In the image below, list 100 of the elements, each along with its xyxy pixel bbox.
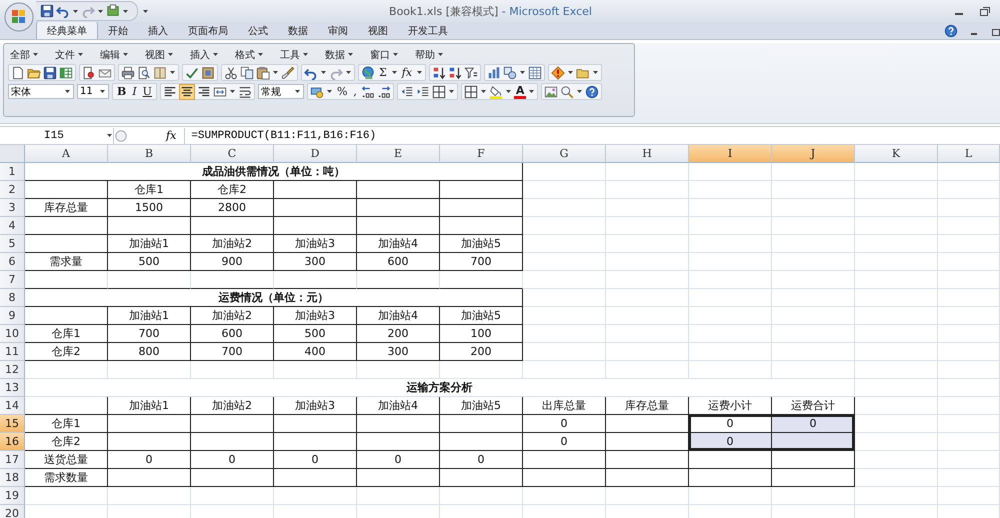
picture-icon[interactable] (544, 84, 558, 98)
caret-icon[interactable] (519, 69, 526, 76)
row-header[interactable]: 15 (0, 415, 25, 433)
ribbon-tab[interactable]: 数据 (278, 22, 318, 39)
caret-icon[interactable] (320, 69, 327, 76)
align-center-icon[interactable] (180, 84, 194, 98)
magnifier-page-icon[interactable] (137, 66, 151, 80)
column-header[interactable]: F (440, 145, 523, 163)
bar-chart-icon[interactable] (487, 66, 502, 80)
caret-icon[interactable] (106, 132, 113, 139)
caret-icon[interactable] (390, 69, 398, 76)
column-header[interactable]: J (772, 145, 855, 163)
caret-icon[interactable] (347, 51, 354, 58)
restore-icon[interactable] (978, 4, 992, 18)
row-header[interactable]: 13 (0, 379, 25, 397)
caret-icon[interactable] (302, 51, 309, 58)
function-button[interactable]: fx (400, 66, 414, 79)
caret-icon[interactable] (32, 51, 39, 58)
caret-icon[interactable] (416, 69, 424, 76)
help-icon[interactable] (944, 24, 958, 38)
document-icon[interactable] (11, 66, 25, 80)
column-header[interactable]: I (689, 145, 772, 163)
caret-icon[interactable] (122, 8, 129, 14)
name-box[interactable]: I15 (0, 128, 114, 144)
sum-button[interactable]: Σ (377, 66, 389, 79)
percent-button[interactable]: % (334, 85, 350, 98)
font-size-select[interactable]: 11 (77, 84, 109, 99)
increase-indent-icon[interactable] (416, 84, 430, 98)
caret-icon[interactable] (122, 51, 129, 58)
caret-icon[interactable] (257, 51, 264, 58)
insert-function-button[interactable]: fx (166, 129, 176, 142)
caret-icon[interactable] (142, 8, 149, 14)
caret-icon[interactable] (504, 88, 512, 95)
comma-button[interactable]: , (351, 85, 359, 98)
row-header[interactable]: 14 (0, 397, 25, 415)
merge-cells-icon[interactable] (212, 84, 227, 98)
row-header[interactable]: 8 (0, 289, 25, 307)
currency-icon[interactable] (310, 84, 324, 98)
menu-item[interactable]: 全部 (10, 48, 30, 62)
page-preview-icon[interactable] (82, 66, 96, 80)
ribbon-tab[interactable]: 公式 (238, 22, 278, 39)
row-header[interactable]: 20 (0, 505, 25, 518)
menu-item[interactable]: 工具 (280, 48, 300, 62)
ribbon-tab[interactable]: 插入 (138, 22, 178, 39)
shapes-icon[interactable] (503, 66, 518, 80)
column-header[interactable]: E (357, 145, 440, 163)
align-right-icon[interactable] (196, 84, 211, 98)
paintbrush-icon[interactable] (281, 66, 295, 80)
caret-icon[interactable] (294, 88, 301, 95)
row-header[interactable]: 4 (0, 217, 25, 235)
menu-item[interactable]: 数据 (325, 48, 345, 62)
decrease-indent-icon[interactable] (400, 84, 414, 98)
increase-decimal-icon[interactable] (360, 84, 375, 98)
table-grid-icon[interactable] (528, 66, 542, 80)
column-header[interactable]: L (938, 145, 1000, 163)
caret-icon[interactable] (72, 8, 79, 14)
sort-ascending-icon[interactable] (432, 66, 446, 80)
caret-icon[interactable] (392, 51, 399, 58)
menu-item[interactable]: 文件 (55, 48, 75, 62)
row-header[interactable]: 3 (0, 199, 25, 217)
caret-icon[interactable] (345, 69, 352, 76)
ribbon-tab[interactable]: 页面布局 (178, 22, 238, 39)
check-mark-icon[interactable] (185, 66, 199, 80)
caret-icon[interactable] (326, 88, 333, 95)
row-header[interactable]: 11 (0, 343, 25, 361)
font-select[interactable]: 宋体 (8, 84, 74, 99)
caret-icon[interactable] (576, 88, 584, 95)
row-header[interactable]: 12 (0, 361, 25, 379)
column-header[interactable]: A (25, 145, 108, 163)
row-header[interactable]: 16 (0, 433, 25, 451)
row-header[interactable]: 18 (0, 469, 25, 487)
font-color-button[interactable]: A (514, 84, 526, 98)
diamond-icon[interactable] (551, 66, 566, 80)
column-header[interactable]: G (523, 145, 606, 163)
align-left-icon[interactable] (162, 84, 177, 98)
caret-icon[interactable] (167, 51, 174, 58)
borders-icon[interactable] (432, 84, 446, 98)
caret-icon[interactable] (212, 51, 219, 58)
decrease-decimal-icon[interactable] (376, 84, 391, 98)
caret-icon[interactable] (272, 69, 279, 76)
formula-field[interactable]: =SUMPRODUCT(B11:F11,B16:F16) (184, 128, 1000, 144)
column-header[interactable]: B (108, 145, 191, 163)
menu-item[interactable]: 格式 (235, 48, 255, 62)
row-header[interactable]: 2 (0, 181, 25, 199)
book-icon[interactable] (153, 66, 167, 80)
row-header[interactable]: 17 (0, 451, 25, 469)
copy-icon[interactable] (240, 66, 254, 80)
globe-icon[interactable] (361, 66, 375, 80)
ribbon-tab[interactable]: 视图 (358, 22, 398, 39)
bold-button[interactable]: B (115, 85, 128, 98)
underline-button[interactable]: U (140, 85, 154, 98)
ribbon-tab[interactable]: 开始 (98, 22, 138, 39)
caret-icon[interactable] (77, 51, 84, 58)
sort-descending-icon[interactable] (448, 66, 462, 80)
filter-icon[interactable] (464, 66, 478, 80)
caret-icon[interactable] (592, 69, 600, 76)
column-header[interactable]: D (274, 145, 357, 163)
ribbon-tab[interactable]: 开发工具 (398, 22, 458, 39)
caret-icon[interactable] (528, 88, 536, 95)
undo-icon[interactable] (56, 4, 70, 18)
